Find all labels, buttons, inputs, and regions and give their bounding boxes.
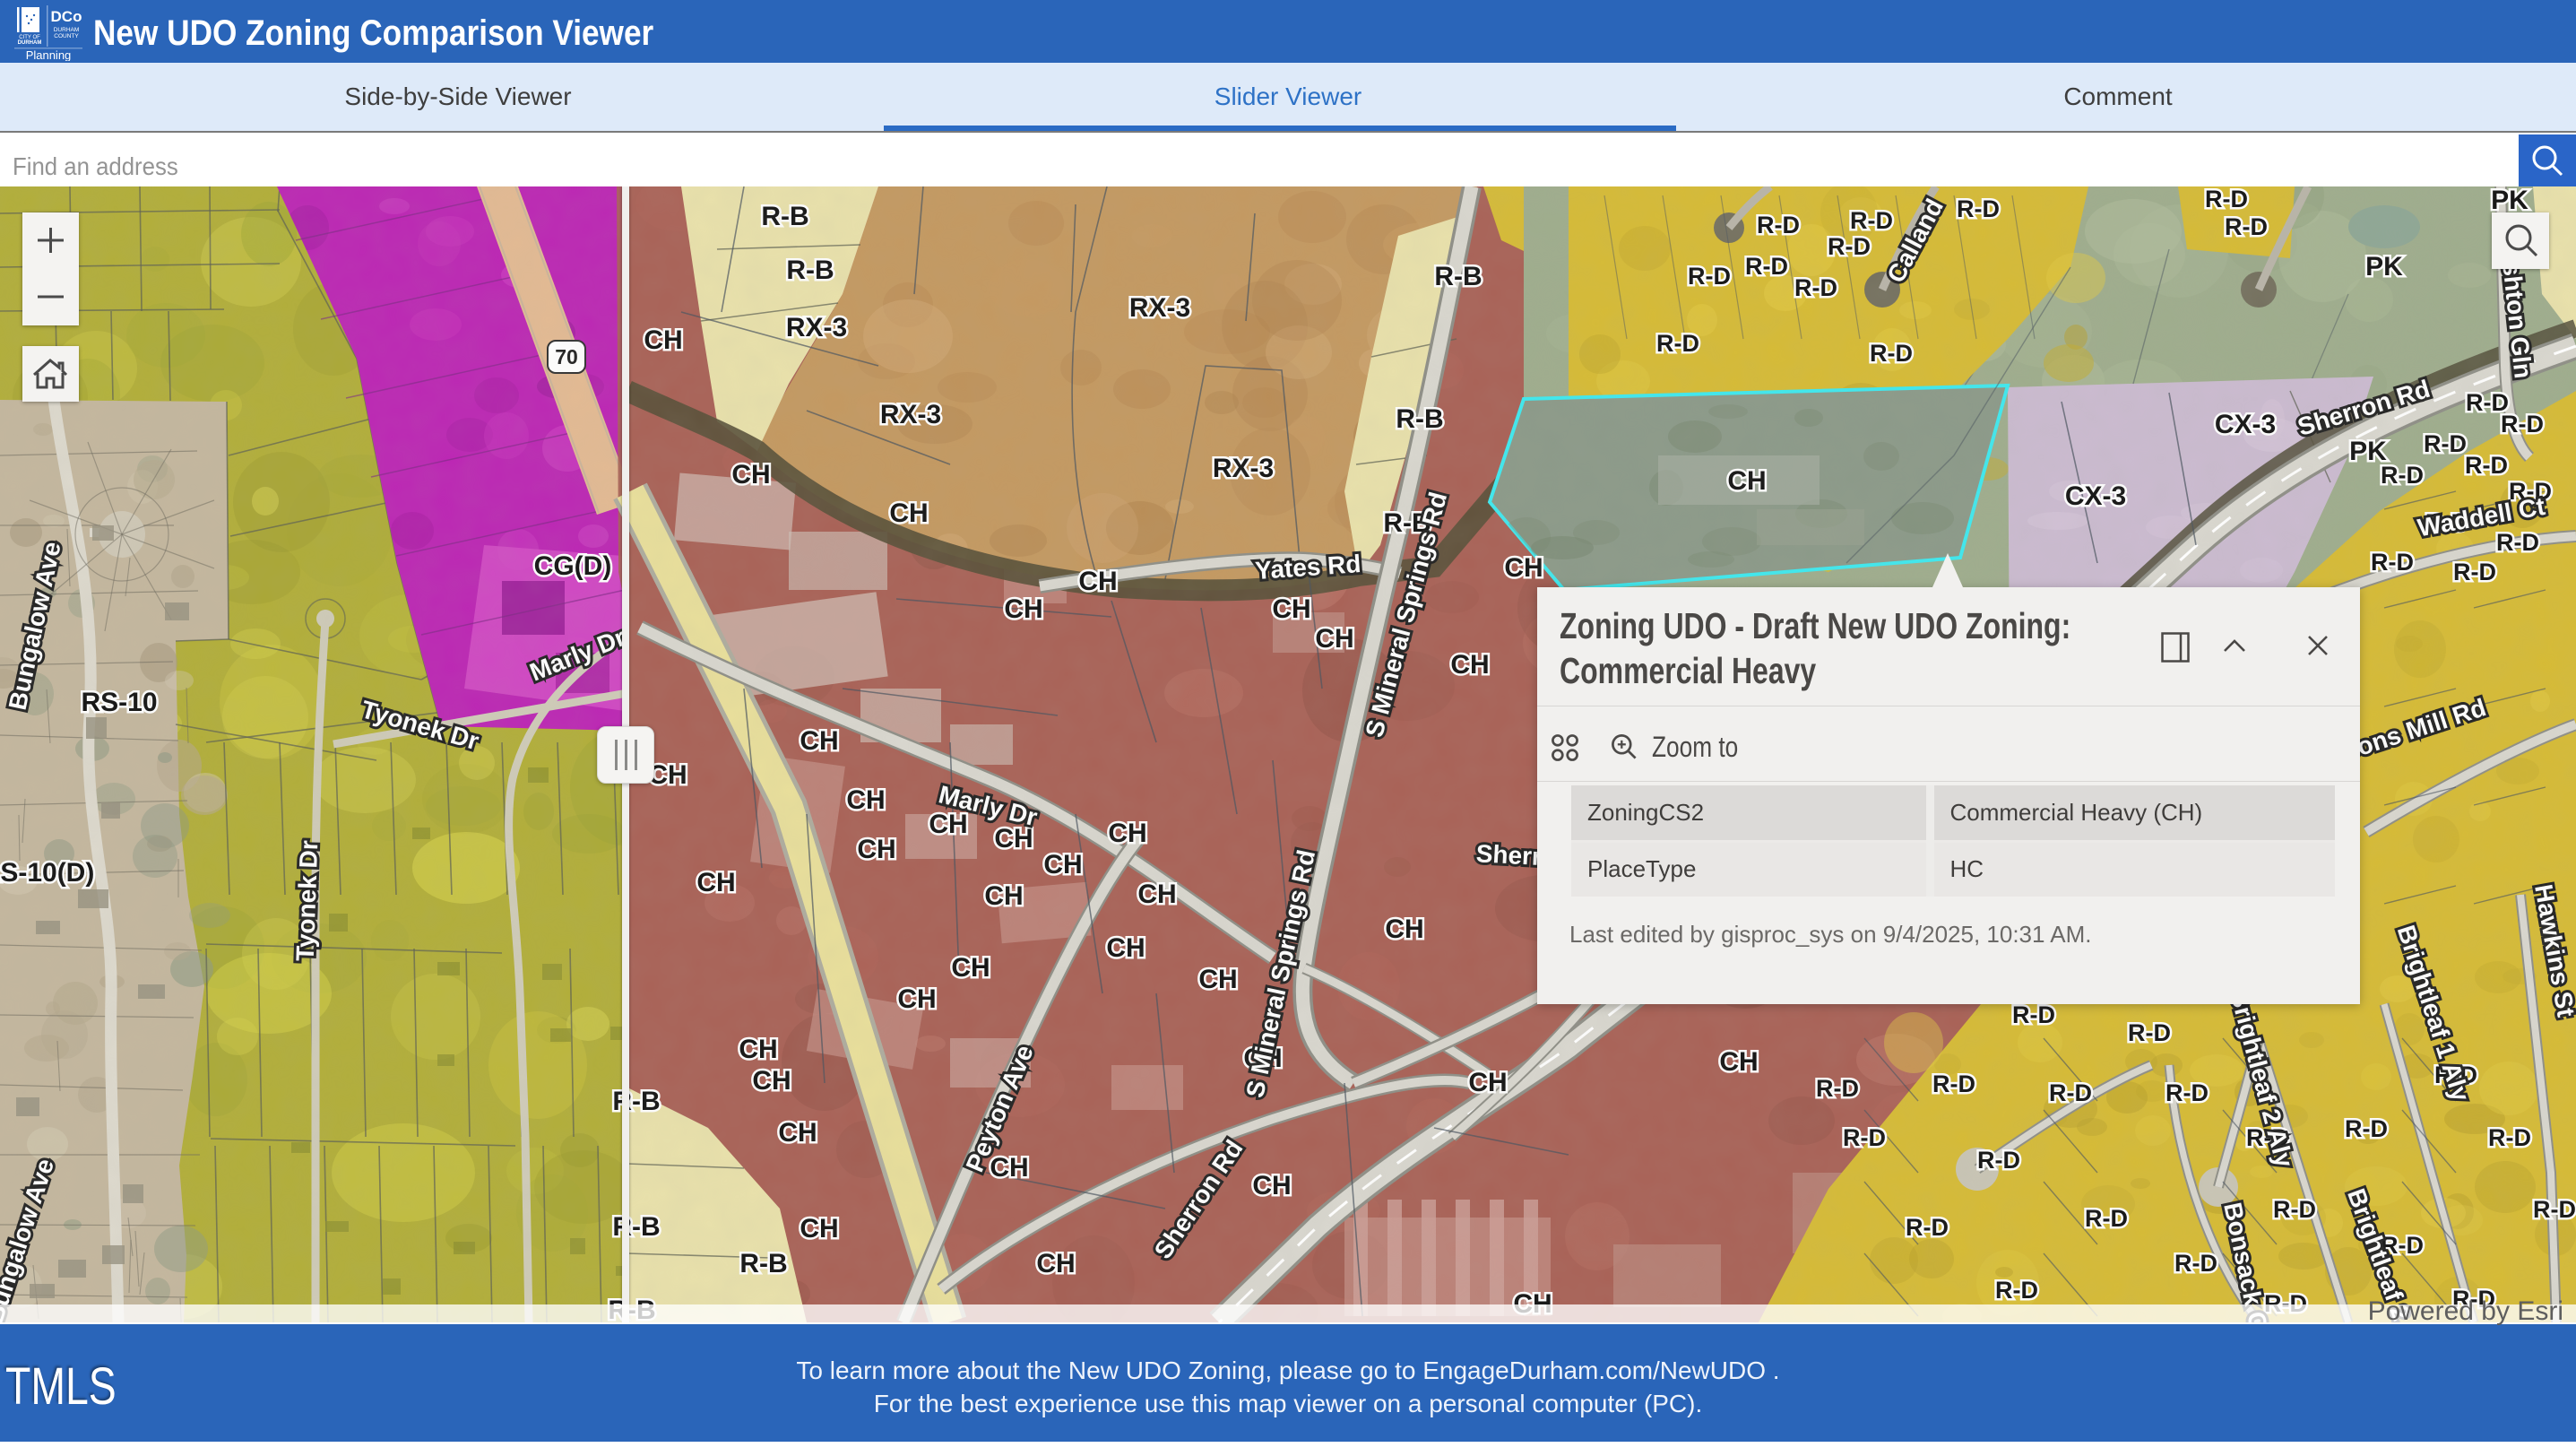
svg-text:DCo: DCo <box>51 8 82 25</box>
svg-text:DURHAM: DURHAM <box>18 40 42 46</box>
svg-text:DURHAM: DURHAM <box>54 27 80 33</box>
svg-text:COUNTY: COUNTY <box>54 33 79 39</box>
svg-text:Planning: Planning <box>26 48 72 61</box>
